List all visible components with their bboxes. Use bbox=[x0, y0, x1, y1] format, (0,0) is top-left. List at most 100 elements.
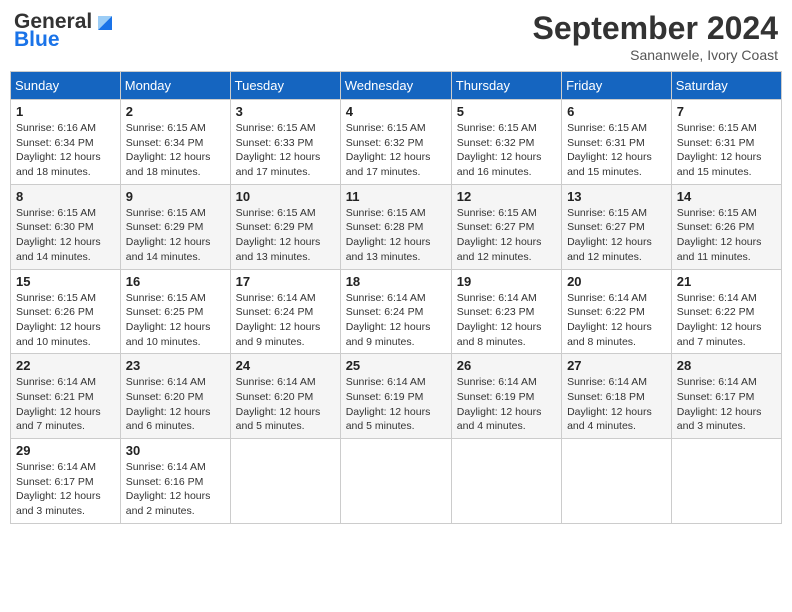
logo-blue: Blue bbox=[14, 28, 60, 52]
day-detail: Sunrise: 6:15 AM Sunset: 6:29 PM Dayligh… bbox=[126, 206, 225, 265]
title-area: September 2024 Sananwele, Ivory Coast bbox=[533, 10, 778, 63]
table-row: 20 Sunrise: 6:14 AM Sunset: 6:22 PM Dayl… bbox=[562, 269, 672, 354]
calendar: Sunday Monday Tuesday Wednesday Thursday… bbox=[10, 71, 782, 524]
table-row: 25 Sunrise: 6:14 AM Sunset: 6:19 PM Dayl… bbox=[340, 354, 451, 439]
day-number: 13 bbox=[567, 189, 666, 204]
day-number: 2 bbox=[126, 104, 225, 119]
day-number: 3 bbox=[236, 104, 335, 119]
table-row: 21 Sunrise: 6:14 AM Sunset: 6:22 PM Dayl… bbox=[671, 269, 781, 354]
day-number: 24 bbox=[236, 358, 335, 373]
day-detail: Sunrise: 6:15 AM Sunset: 6:31 PM Dayligh… bbox=[567, 121, 666, 180]
table-row: 9 Sunrise: 6:15 AM Sunset: 6:29 PM Dayli… bbox=[120, 184, 230, 269]
day-number: 8 bbox=[16, 189, 115, 204]
day-detail: Sunrise: 6:15 AM Sunset: 6:34 PM Dayligh… bbox=[126, 121, 225, 180]
day-number: 10 bbox=[236, 189, 335, 204]
day-detail: Sunrise: 6:15 AM Sunset: 6:29 PM Dayligh… bbox=[236, 206, 335, 265]
table-row: 4 Sunrise: 6:15 AM Sunset: 6:32 PM Dayli… bbox=[340, 100, 451, 185]
day-number: 5 bbox=[457, 104, 556, 119]
col-friday: Friday bbox=[562, 72, 672, 100]
calendar-header-row: Sunday Monday Tuesday Wednesday Thursday… bbox=[11, 72, 782, 100]
table-row: 24 Sunrise: 6:14 AM Sunset: 6:20 PM Dayl… bbox=[230, 354, 340, 439]
col-thursday: Thursday bbox=[451, 72, 561, 100]
header: General Blue September 2024 Sananwele, I… bbox=[10, 10, 782, 63]
day-number: 30 bbox=[126, 443, 225, 458]
col-wednesday: Wednesday bbox=[340, 72, 451, 100]
day-detail: Sunrise: 6:16 AM Sunset: 6:34 PM Dayligh… bbox=[16, 121, 115, 180]
calendar-week-row: 1 Sunrise: 6:16 AM Sunset: 6:34 PM Dayli… bbox=[11, 100, 782, 185]
table-row: 15 Sunrise: 6:15 AM Sunset: 6:26 PM Dayl… bbox=[11, 269, 121, 354]
day-number: 17 bbox=[236, 274, 335, 289]
table-row bbox=[451, 439, 561, 524]
table-row: 12 Sunrise: 6:15 AM Sunset: 6:27 PM Dayl… bbox=[451, 184, 561, 269]
day-number: 20 bbox=[567, 274, 666, 289]
calendar-week-row: 8 Sunrise: 6:15 AM Sunset: 6:30 PM Dayli… bbox=[11, 184, 782, 269]
location: Sananwele, Ivory Coast bbox=[533, 47, 778, 63]
day-detail: Sunrise: 6:14 AM Sunset: 6:17 PM Dayligh… bbox=[677, 375, 776, 434]
table-row: 10 Sunrise: 6:15 AM Sunset: 6:29 PM Dayl… bbox=[230, 184, 340, 269]
table-row: 6 Sunrise: 6:15 AM Sunset: 6:31 PM Dayli… bbox=[562, 100, 672, 185]
table-row bbox=[562, 439, 672, 524]
table-row: 16 Sunrise: 6:15 AM Sunset: 6:25 PM Dayl… bbox=[120, 269, 230, 354]
table-row bbox=[340, 439, 451, 524]
day-detail: Sunrise: 6:14 AM Sunset: 6:17 PM Dayligh… bbox=[16, 460, 115, 519]
day-detail: Sunrise: 6:15 AM Sunset: 6:27 PM Dayligh… bbox=[457, 206, 556, 265]
day-detail: Sunrise: 6:15 AM Sunset: 6:26 PM Dayligh… bbox=[16, 291, 115, 350]
logo-icon bbox=[94, 12, 116, 32]
table-row: 30 Sunrise: 6:14 AM Sunset: 6:16 PM Dayl… bbox=[120, 439, 230, 524]
col-monday: Monday bbox=[120, 72, 230, 100]
day-detail: Sunrise: 6:14 AM Sunset: 6:20 PM Dayligh… bbox=[126, 375, 225, 434]
table-row: 22 Sunrise: 6:14 AM Sunset: 6:21 PM Dayl… bbox=[11, 354, 121, 439]
day-number: 28 bbox=[677, 358, 776, 373]
day-detail: Sunrise: 6:15 AM Sunset: 6:26 PM Dayligh… bbox=[677, 206, 776, 265]
day-number: 16 bbox=[126, 274, 225, 289]
day-detail: Sunrise: 6:14 AM Sunset: 6:22 PM Dayligh… bbox=[567, 291, 666, 350]
day-number: 15 bbox=[16, 274, 115, 289]
table-row bbox=[671, 439, 781, 524]
day-number: 9 bbox=[126, 189, 225, 204]
day-number: 27 bbox=[567, 358, 666, 373]
table-row: 18 Sunrise: 6:14 AM Sunset: 6:24 PM Dayl… bbox=[340, 269, 451, 354]
month-year: September 2024 bbox=[533, 10, 778, 47]
day-detail: Sunrise: 6:14 AM Sunset: 6:18 PM Dayligh… bbox=[567, 375, 666, 434]
day-detail: Sunrise: 6:15 AM Sunset: 6:32 PM Dayligh… bbox=[346, 121, 446, 180]
day-detail: Sunrise: 6:15 AM Sunset: 6:32 PM Dayligh… bbox=[457, 121, 556, 180]
day-detail: Sunrise: 6:14 AM Sunset: 6:21 PM Dayligh… bbox=[16, 375, 115, 434]
day-detail: Sunrise: 6:15 AM Sunset: 6:28 PM Dayligh… bbox=[346, 206, 446, 265]
table-row: 11 Sunrise: 6:15 AM Sunset: 6:28 PM Dayl… bbox=[340, 184, 451, 269]
day-number: 4 bbox=[346, 104, 446, 119]
table-row: 26 Sunrise: 6:14 AM Sunset: 6:19 PM Dayl… bbox=[451, 354, 561, 439]
day-detail: Sunrise: 6:15 AM Sunset: 6:30 PM Dayligh… bbox=[16, 206, 115, 265]
table-row: 27 Sunrise: 6:14 AM Sunset: 6:18 PM Dayl… bbox=[562, 354, 672, 439]
day-number: 1 bbox=[16, 104, 115, 119]
day-number: 19 bbox=[457, 274, 556, 289]
table-row: 17 Sunrise: 6:14 AM Sunset: 6:24 PM Dayl… bbox=[230, 269, 340, 354]
table-row: 28 Sunrise: 6:14 AM Sunset: 6:17 PM Dayl… bbox=[671, 354, 781, 439]
day-detail: Sunrise: 6:15 AM Sunset: 6:31 PM Dayligh… bbox=[677, 121, 776, 180]
day-detail: Sunrise: 6:15 AM Sunset: 6:27 PM Dayligh… bbox=[567, 206, 666, 265]
day-number: 6 bbox=[567, 104, 666, 119]
table-row: 7 Sunrise: 6:15 AM Sunset: 6:31 PM Dayli… bbox=[671, 100, 781, 185]
day-number: 14 bbox=[677, 189, 776, 204]
day-number: 7 bbox=[677, 104, 776, 119]
calendar-week-row: 15 Sunrise: 6:15 AM Sunset: 6:26 PM Dayl… bbox=[11, 269, 782, 354]
day-detail: Sunrise: 6:14 AM Sunset: 6:20 PM Dayligh… bbox=[236, 375, 335, 434]
col-tuesday: Tuesday bbox=[230, 72, 340, 100]
day-number: 18 bbox=[346, 274, 446, 289]
table-row: 13 Sunrise: 6:15 AM Sunset: 6:27 PM Dayl… bbox=[562, 184, 672, 269]
calendar-week-row: 29 Sunrise: 6:14 AM Sunset: 6:17 PM Dayl… bbox=[11, 439, 782, 524]
day-number: 12 bbox=[457, 189, 556, 204]
day-detail: Sunrise: 6:14 AM Sunset: 6:24 PM Dayligh… bbox=[346, 291, 446, 350]
day-detail: Sunrise: 6:14 AM Sunset: 6:22 PM Dayligh… bbox=[677, 291, 776, 350]
col-saturday: Saturday bbox=[671, 72, 781, 100]
table-row: 8 Sunrise: 6:15 AM Sunset: 6:30 PM Dayli… bbox=[11, 184, 121, 269]
day-detail: Sunrise: 6:14 AM Sunset: 6:19 PM Dayligh… bbox=[457, 375, 556, 434]
table-row bbox=[230, 439, 340, 524]
table-row: 14 Sunrise: 6:15 AM Sunset: 6:26 PM Dayl… bbox=[671, 184, 781, 269]
col-sunday: Sunday bbox=[11, 72, 121, 100]
day-detail: Sunrise: 6:15 AM Sunset: 6:25 PM Dayligh… bbox=[126, 291, 225, 350]
table-row: 29 Sunrise: 6:14 AM Sunset: 6:17 PM Dayl… bbox=[11, 439, 121, 524]
day-number: 29 bbox=[16, 443, 115, 458]
table-row: 2 Sunrise: 6:15 AM Sunset: 6:34 PM Dayli… bbox=[120, 100, 230, 185]
calendar-week-row: 22 Sunrise: 6:14 AM Sunset: 6:21 PM Dayl… bbox=[11, 354, 782, 439]
day-detail: Sunrise: 6:14 AM Sunset: 6:24 PM Dayligh… bbox=[236, 291, 335, 350]
